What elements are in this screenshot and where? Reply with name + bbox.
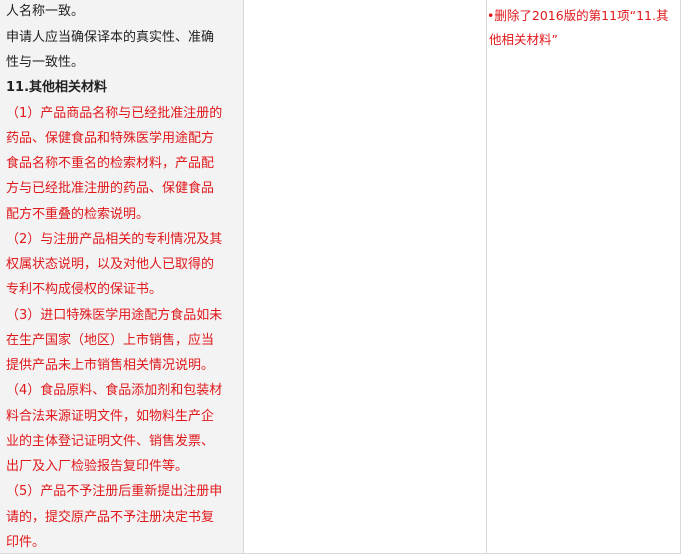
red-text-line: 权属状态说明，以及对他人已取得的 <box>6 257 215 272</box>
red-text-line: 药品、保健食品和特殊医学用途配方 <box>6 131 215 146</box>
red-text-line: 印件。 <box>6 535 46 550</box>
red-text-line: 在生产国家（地区）上市销售，应当 <box>6 333 215 348</box>
right-column-changes: •删除了2016版的第11项“11.其 他相关材料” <box>487 0 680 553</box>
change-note-line: 他相关材料” <box>489 32 558 47</box>
red-text-line: 专利不构成侵权的保证书。 <box>6 282 163 297</box>
red-text-line: （3）进口特殊医学用途配方食品如未 <box>6 308 223 323</box>
red-text-line: 请的，提交原产品不予注册决定书复 <box>6 510 215 525</box>
red-text-line: 配方不重叠的检索说明。 <box>6 207 150 222</box>
intro-line: 申请人应当确保译本的真实性、准确 <box>6 30 215 45</box>
left-column-new-version: 人名称一致。 申请人应当确保译本的真实性、准确 性与一致性。 11.其他相关材料… <box>0 0 244 553</box>
red-text-line: 食品名称不重名的检索材料，产品配 <box>6 156 215 171</box>
red-text-line: 业的主体登记证明文件、销售发票、 <box>6 434 215 449</box>
red-text-line: （4）食品原料、食品添加剂和包装材 <box>6 383 223 398</box>
red-text-line: （5）产品不予注册后重新提出注册申 <box>6 484 223 499</box>
red-text-line: 料合法来源证明文件，如物料生产企 <box>6 409 215 424</box>
intro-line: 性与一致性。 <box>6 55 85 70</box>
section-heading: 11.其他相关材料 <box>6 80 108 95</box>
red-text-line: （2）与注册产品相关的专利情况及其 <box>6 232 223 247</box>
middle-column-old-version <box>244 0 487 553</box>
red-text-line: 方与已经批准注册的药品、保健食品 <box>6 181 215 196</box>
intro-line: 人名称一致。 <box>6 4 85 19</box>
red-text-line: 提供产品未上市销售相关情况说明。 <box>6 358 215 373</box>
red-text-line: 出厂及入厂检验报告复印件等。 <box>6 459 189 474</box>
red-text-line: （1）产品商品名称与已经批准注册的 <box>6 106 223 121</box>
change-note-line: •删除了2016版的第11项“11.其 <box>487 8 669 23</box>
comparison-table: 人名称一致。 申请人应当确保译本的真实性、准确 性与一致性。 11.其他相关材料… <box>0 0 681 554</box>
